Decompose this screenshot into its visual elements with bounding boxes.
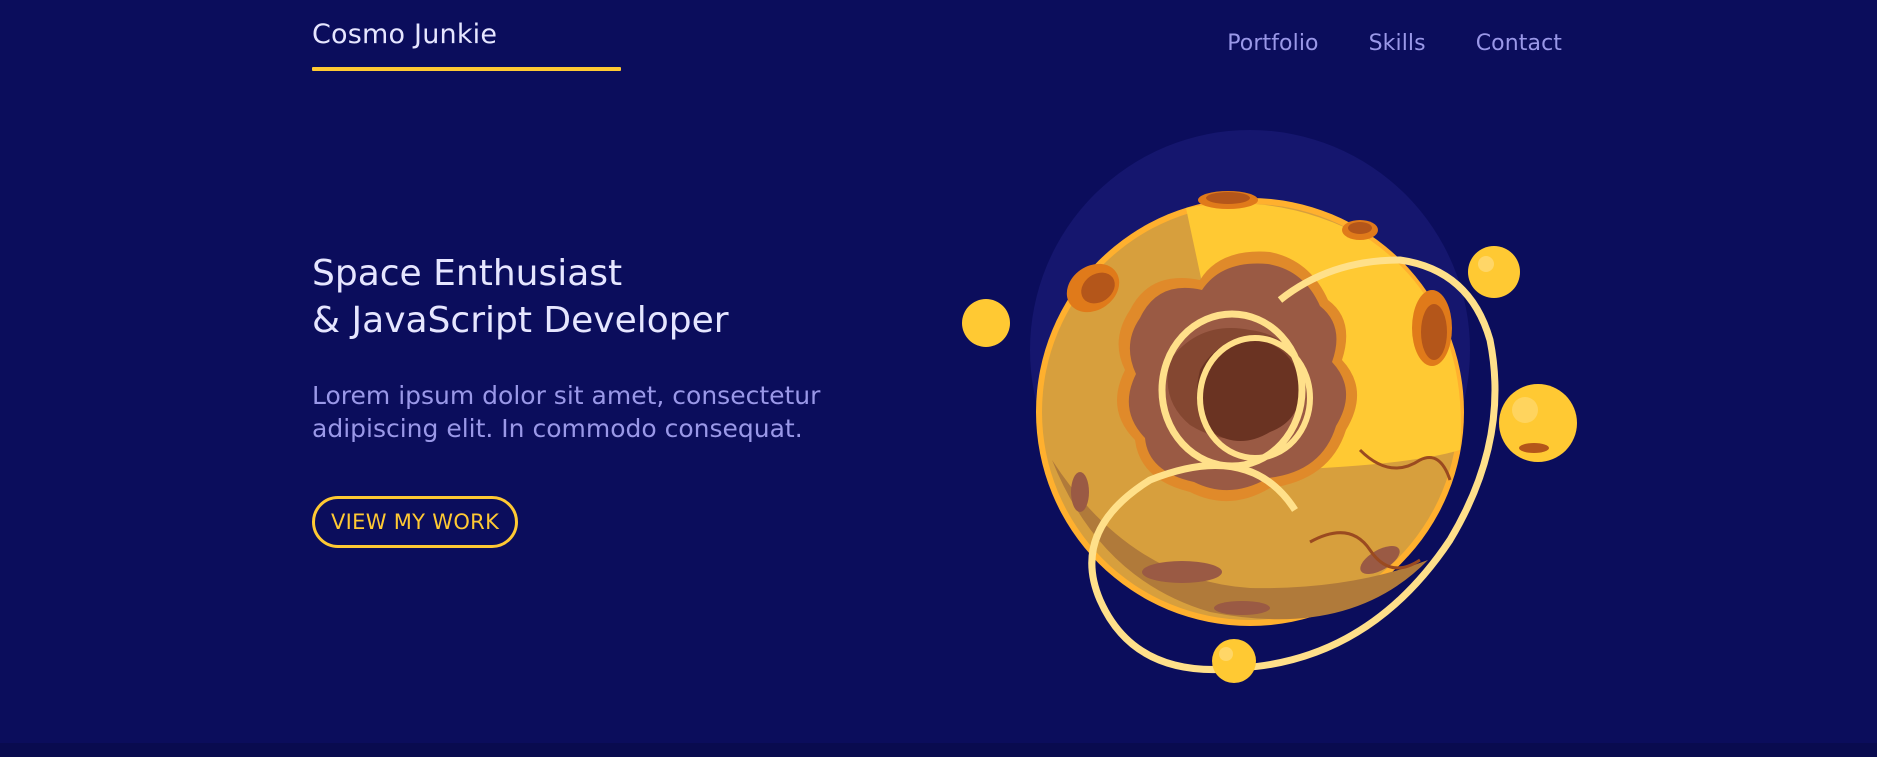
page-bottom-edge <box>0 743 1877 757</box>
hero-title-line-1: Space Enthusiast <box>312 253 623 294</box>
moon-right-icon <box>1499 384 1577 462</box>
view-my-work-button[interactable]: VIEW MY WORK <box>312 496 519 548</box>
nav-link-contact[interactable]: Contact <box>1476 31 1562 56</box>
page: Cosmo Junkie Portfolio Skills Contact Sp… <box>0 0 1877 757</box>
nav-link-skills[interactable]: Skills <box>1369 31 1426 56</box>
main-nav: Portfolio Skills Contact <box>1227 31 1562 56</box>
brand-logo-link[interactable]: Cosmo Junkie <box>312 19 497 50</box>
moon-left-icon <box>962 299 1010 347</box>
moon-bottom-icon <box>1212 639 1256 683</box>
planet-illustration <box>962 130 1577 683</box>
hero-description: Lorem ipsum dolor sit amet, consectetur … <box>312 381 821 443</box>
moon-top-right-icon <box>1468 246 1520 298</box>
hero-title: Space Enthusiast & JavaScript Developer <box>312 250 729 344</box>
nav-link-portfolio[interactable]: Portfolio <box>1227 31 1318 56</box>
brand-underline <box>312 67 621 71</box>
hero-title-line-2: & JavaScript Developer <box>312 300 729 341</box>
